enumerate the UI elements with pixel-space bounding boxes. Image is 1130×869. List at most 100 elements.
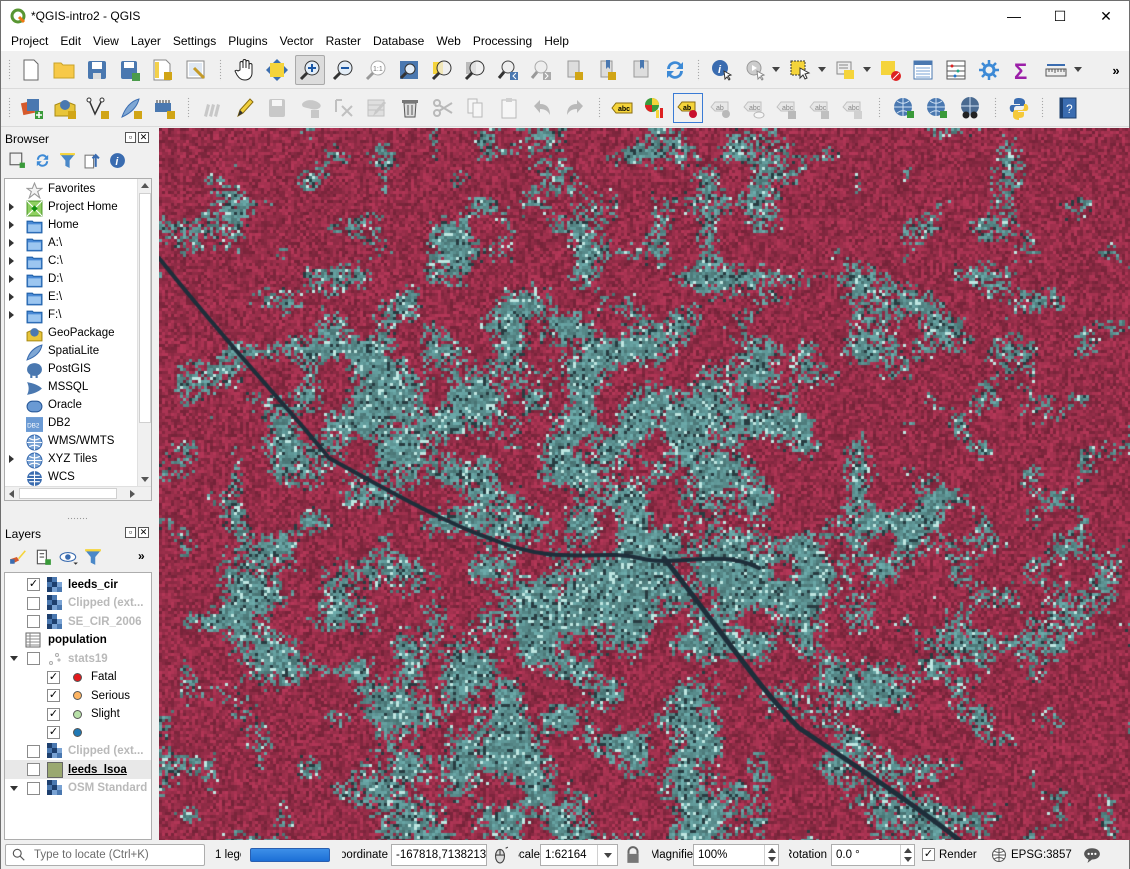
toolbar-grip[interactable] xyxy=(1041,97,1044,119)
select-features-button[interactable] xyxy=(785,55,815,85)
paste-features-button[interactable] xyxy=(494,93,524,123)
pan-to-selection-button[interactable] xyxy=(262,55,292,85)
manage-visibility-icon[interactable] xyxy=(59,548,79,566)
toggle-editing-button[interactable] xyxy=(230,93,260,123)
show-bookmarks-button[interactable] xyxy=(627,55,657,85)
menu-view[interactable]: View xyxy=(87,31,125,51)
metasearch-search-button[interactable] xyxy=(922,93,952,123)
layer-visibility-checkbox[interactable] xyxy=(27,781,40,795)
save-project-button[interactable] xyxy=(82,55,112,85)
toolbar-grip[interactable] xyxy=(219,59,222,81)
select-by-value-button[interactable] xyxy=(831,55,861,85)
layer-visibility-checkbox[interactable]: ✓ xyxy=(47,670,60,684)
layer-visibility-checkbox[interactable] xyxy=(27,652,40,665)
identify-features-button[interactable]: i xyxy=(707,55,737,85)
add-polygon-button[interactable] xyxy=(296,93,326,123)
browser-item[interactable]: E:\ xyxy=(5,288,139,306)
layer-row[interactable]: ✓ xyxy=(5,723,151,742)
pin-labels-button[interactable]: ab xyxy=(673,93,703,123)
toolbar-grip[interactable] xyxy=(878,97,881,119)
toolbar-grip[interactable] xyxy=(598,97,601,119)
expand-arrow-icon[interactable] xyxy=(9,455,14,463)
layer-row[interactable]: stats19 xyxy=(5,649,151,668)
refresh-button[interactable] xyxy=(660,55,690,85)
pan-map-button[interactable] xyxy=(230,55,260,85)
close-panel-icon[interactable]: ✕ xyxy=(138,527,149,538)
browser-vertical-scrollbar[interactable] xyxy=(137,179,151,486)
menu-vector[interactable]: Vector xyxy=(274,31,320,51)
expand-arrow-icon[interactable] xyxy=(9,293,14,301)
add-group-icon[interactable] xyxy=(34,548,52,566)
crs-globe-icon[interactable] xyxy=(991,847,1007,863)
layer-labeling-button[interactable]: abc xyxy=(607,93,637,123)
layer-diagram-button[interactable] xyxy=(640,93,670,123)
toolbox-button[interactable] xyxy=(974,55,1004,85)
action-dropdown-icon[interactable] xyxy=(772,67,780,72)
undo-button[interactable] xyxy=(527,93,557,123)
browser-item[interactable]: A:\ xyxy=(5,234,139,252)
delete-selected-button[interactable] xyxy=(395,93,425,123)
expand-arrow-icon[interactable] xyxy=(9,257,14,265)
zoom-native-button[interactable]: 1:1 xyxy=(361,55,391,85)
magnifier-spinbox[interactable]: 100% xyxy=(693,844,779,866)
menu-edit[interactable]: Edit xyxy=(54,31,87,51)
panel-map-splitter[interactable] xyxy=(152,128,159,840)
scroll-right-icon[interactable] xyxy=(130,490,135,498)
chevron-down-icon[interactable] xyxy=(597,845,617,865)
menu-settings[interactable]: Settings xyxy=(167,31,222,51)
layer-visibility-checkbox[interactable] xyxy=(27,596,40,610)
minimize-button[interactable]: — xyxy=(991,1,1037,31)
browser-item[interactable]: Oracle xyxy=(5,396,139,414)
browser-item[interactable]: DB2 DB2 xyxy=(5,414,139,432)
expand-arrow-icon[interactable] xyxy=(9,203,14,211)
rotate-label-button[interactable]: abc xyxy=(805,93,835,123)
layer-row[interactable]: Clipped (ext... xyxy=(5,742,151,761)
save-edits-button[interactable] xyxy=(263,93,293,123)
browser-item[interactable]: F:\ xyxy=(5,306,139,324)
layer-row[interactable]: Clipped (ext... xyxy=(5,594,151,613)
field-calculator-button[interactable] xyxy=(941,55,971,85)
scroll-up-icon[interactable] xyxy=(141,183,149,188)
toggle-extents-mouse-icon[interactable] xyxy=(491,846,509,864)
float-panel-icon[interactable]: ▫ xyxy=(125,132,136,143)
change-label-button[interactable]: abc xyxy=(838,93,868,123)
style-manager-button[interactable] xyxy=(181,55,211,85)
highlight-pinned-button[interactable]: ab xyxy=(706,93,736,123)
scroll-down-icon[interactable] xyxy=(141,477,149,482)
expand-arrow-icon[interactable] xyxy=(9,239,14,247)
add-layer-icon[interactable] xyxy=(9,152,26,169)
browser-item[interactable]: C:\ xyxy=(5,252,139,270)
new-virtual-layer-button[interactable] xyxy=(149,93,179,123)
info-icon[interactable]: i xyxy=(109,152,126,169)
map-canvas[interactable] xyxy=(159,128,1130,840)
copy-features-button[interactable] xyxy=(461,93,491,123)
vertex-tool-button[interactable] xyxy=(329,93,359,123)
help-button[interactable]: ? xyxy=(1053,93,1083,123)
collapse-arrow-icon[interactable] xyxy=(10,656,18,661)
float-panel-icon[interactable]: ▫ xyxy=(125,527,136,538)
coordinate-field[interactable]: -167818,7138213 xyxy=(391,844,487,866)
run-feature-action-button[interactable] xyxy=(740,55,770,85)
zoom-to-selection-button[interactable] xyxy=(427,55,457,85)
expand-arrow-icon[interactable] xyxy=(9,275,14,283)
toolbar-grip[interactable] xyxy=(8,97,11,119)
crs-button[interactable]: EPSG:3857 xyxy=(1011,849,1072,861)
close-panel-icon[interactable]: ✕ xyxy=(138,132,149,143)
geosearch-button[interactable] xyxy=(955,93,985,123)
menu-layer[interactable]: Layer xyxy=(125,31,167,51)
layer-row[interactable]: ✓ leeds_cir xyxy=(5,575,151,594)
show-hide-labels-button[interactable]: abc xyxy=(739,93,769,123)
modify-attributes-button[interactable] xyxy=(362,93,392,123)
new-project-button[interactable] xyxy=(16,55,46,85)
statistical-summary-button[interactable]: Σ xyxy=(1007,55,1037,85)
messages-icon[interactable] xyxy=(1083,846,1101,864)
browser-item[interactable]: WCS xyxy=(5,468,139,486)
toolbar-grip[interactable] xyxy=(697,59,700,81)
scroll-thumb[interactable] xyxy=(139,193,151,423)
current-edits-button[interactable] xyxy=(197,93,227,123)
layer-row[interactable]: leeds_lsoa xyxy=(5,760,151,779)
layer-visibility-checkbox[interactable]: ✓ xyxy=(47,689,60,702)
rotation-spinbox[interactable]: 0.0 ° xyxy=(831,844,915,866)
layer-row[interactable]: ✓ Fatal xyxy=(5,668,151,687)
menu-web[interactable]: Web xyxy=(430,31,466,51)
